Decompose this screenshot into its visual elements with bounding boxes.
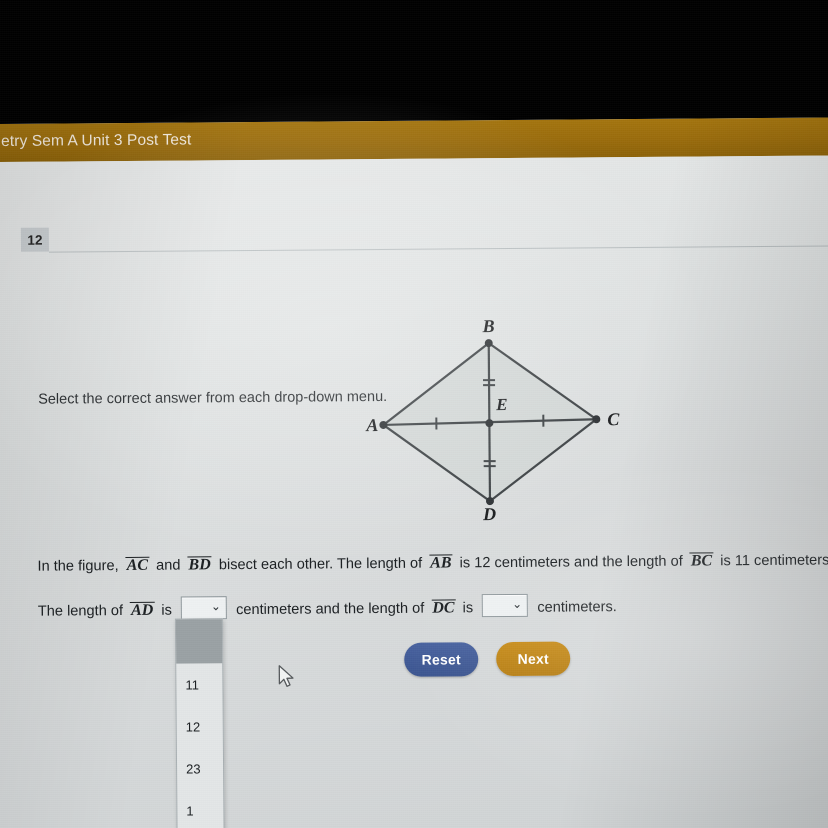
segment-label-ac: AC [125,556,150,575]
dropdown-option-1[interactable]: 1 [177,789,223,828]
instruction-text: Select the correct answer from each drop… [38,388,388,408]
statement-ab-length-text: is 12 centimeters and the length of [459,553,683,572]
question-number-badge: 12 [20,227,50,252]
vertex-label-d: D [482,504,496,524]
segment-label-ad: AD [130,601,155,620]
reset-button[interactable]: Reset [404,642,479,677]
diagonal-ac [383,418,597,427]
dropdown-option-blank[interactable] [175,619,223,664]
photo-of-screen: metry Sem A Unit 3 Post Test 12 Select t… [0,0,828,828]
vertex-dot-d [485,497,494,506]
length-of-dc-select[interactable]: ⌄ [482,593,529,618]
quadrilateral-abcd [381,341,599,503]
geometry-figure: A B C D E [365,316,620,524]
answer-prefix: The length of [37,603,124,620]
question-divider [49,245,828,253]
answer-is-1: is [161,602,172,619]
chevron-down-icon: ⌄ [210,599,222,614]
statement-prefix: In the figure, [37,558,119,575]
app-title-text: metry Sem A Unit 3 Post Test [0,131,192,151]
length-of-ad-options-list[interactable]: 11 12 23 1 [174,618,225,828]
answer-mid-text: centimeters and the length of [235,600,425,619]
chevron-down-icon: ⌄ [512,596,523,611]
answer-is-2: is [462,600,474,617]
vertex-dot-c [592,415,601,424]
app-title-bar: metry Sem A Unit 3 Post Test [0,117,828,162]
segment-label-bc: BC [689,552,714,571]
mouse-cursor-arrow-icon [278,665,294,687]
dropdown-option-12[interactable]: 12 [177,705,223,747]
vertex-dot-a [379,420,388,429]
answer-statement-line: The length of AD is ⌄ centimeters and th… [38,593,617,621]
problem-statement-line: In the figure, AC and BD bisect each oth… [37,551,828,575]
segment-label-ab: AB [429,554,453,573]
dropdown-option-23[interactable]: 23 [177,747,223,789]
vertex-label-b: B [482,316,495,336]
question-content-area: 12 Select the correct answer from each d… [0,155,828,828]
statement-bc-length-text: is 11 centimeters. [720,552,828,570]
length-of-ad-select[interactable]: ⌄ [180,596,228,620]
segment-label-dc: DC [431,599,456,618]
segment-label-bd: BD [187,556,212,575]
dropdown-option-11[interactable]: 11 [176,663,222,705]
vertex-label-a: A [365,415,378,435]
statement-and: and [156,557,181,574]
vertex-label-c: C [607,409,620,429]
vertex-dot-b [484,339,493,348]
statement-bisect-text: bisect each other. The length of [218,555,423,574]
vertex-dot-e [485,419,494,428]
browser-page: metry Sem A Unit 3 Post Test 12 Select t… [0,117,828,828]
diagonal-bd [487,343,492,502]
vertex-label-e: E [495,395,507,414]
next-button[interactable]: Next [496,641,571,677]
answer-end-text: centimeters. [537,599,617,616]
